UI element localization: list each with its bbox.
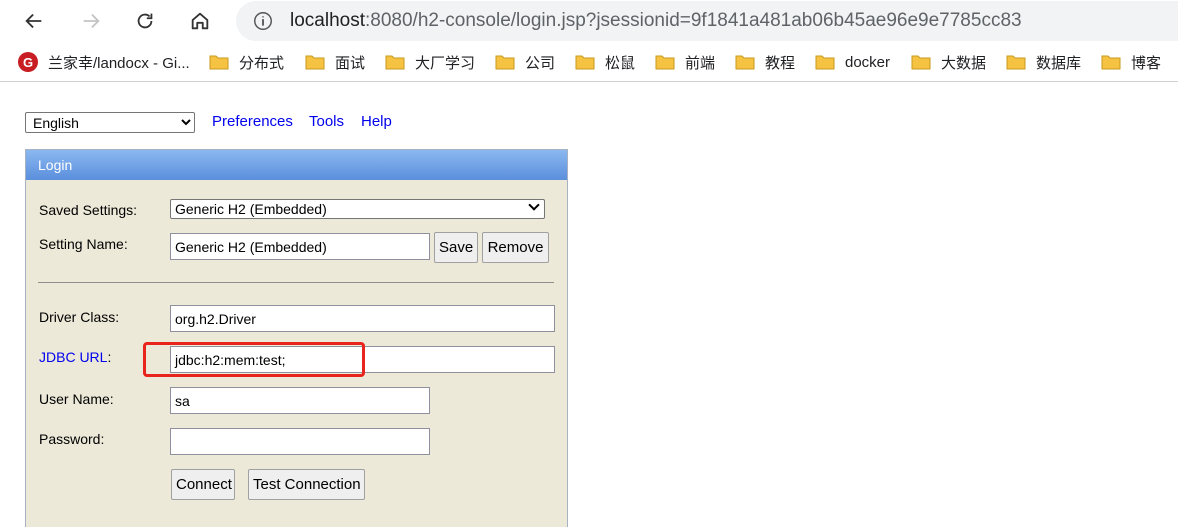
login-title: Login xyxy=(26,150,567,180)
bookmark-folder[interactable]: 大厂学习 xyxy=(385,50,475,74)
bookmark-folder[interactable]: 前端 xyxy=(655,50,715,74)
bookmark-label: 公司 xyxy=(525,54,556,72)
bookmark-label: 松鼠 xyxy=(605,54,636,72)
tools-link[interactable]: Tools xyxy=(309,113,344,130)
setting-name-label: Setting Name: xyxy=(39,236,128,252)
bookmark-folder[interactable]: docker xyxy=(815,50,890,74)
saved-settings-select[interactable]: Generic H2 (Embedded) xyxy=(170,199,545,219)
bookmark-label: 数据库 xyxy=(1036,54,1082,72)
bookmark-folder[interactable]: 公司 xyxy=(495,50,555,74)
driver-class-input[interactable]: org.h2.Driver xyxy=(170,305,555,332)
bookmark-gitee[interactable]: G 兰家幸/landocx - Gi... xyxy=(18,50,190,74)
folder-icon xyxy=(209,55,229,70)
folder-icon xyxy=(815,55,835,70)
folder-icon xyxy=(575,55,595,70)
bookmark-label: 前端 xyxy=(685,54,716,72)
saved-settings-label: Saved Settings: xyxy=(39,202,138,218)
user-name-input[interactable]: sa xyxy=(170,387,430,414)
home-button[interactable] xyxy=(185,6,215,36)
bookmark-folder[interactable]: 教程 xyxy=(735,50,795,74)
bookmark-folder[interactable]: 大数据 xyxy=(911,50,986,74)
url-text[interactable]: localhost:8080/h2-console/login.jsp?jses… xyxy=(290,10,1022,32)
home-icon xyxy=(191,12,209,30)
bookmark-label: docker xyxy=(845,53,891,71)
folder-icon xyxy=(305,55,325,70)
folder-icon xyxy=(911,55,931,70)
user-name-label: User Name: xyxy=(39,391,114,407)
saved-settings-value: Generic H2 (Embedded) xyxy=(175,201,327,217)
reload-button[interactable] xyxy=(130,6,160,36)
browser-navbar: localhost:8080/h2-console/login.jsp?jses… xyxy=(0,0,1178,42)
forward-button[interactable] xyxy=(76,6,106,36)
bookmark-folder[interactable]: 博客 xyxy=(1101,50,1161,74)
password-label: Password: xyxy=(39,431,105,447)
jdbc-url-link[interactable]: JDBC URL xyxy=(39,349,107,365)
preferences-link[interactable]: Preferences xyxy=(212,113,293,130)
help-link[interactable]: Help xyxy=(361,113,392,130)
setting-name-input[interactable]: Generic H2 (Embedded) xyxy=(170,233,430,260)
back-arrow-icon xyxy=(25,13,42,29)
folder-icon xyxy=(495,55,515,70)
back-button[interactable] xyxy=(19,6,49,36)
bookmark-label: 教程 xyxy=(765,54,796,72)
bookmark-label: 兰家幸/landocx - Gi... xyxy=(48,54,190,72)
language-select[interactable]: English xyxy=(25,112,195,133)
info-icon[interactable] xyxy=(252,10,274,32)
bookmark-label: 分布式 xyxy=(239,54,285,72)
url-path: :8080/h2-console/login.jsp?jsessionid=9f… xyxy=(365,10,1022,31)
password-input[interactable] xyxy=(170,428,430,455)
login-panel: Login Saved Settings: Generic H2 (Embedd… xyxy=(25,149,568,527)
test-connection-button[interactable]: Test Connection xyxy=(248,469,365,500)
bookmark-folder[interactable]: 分布式 xyxy=(209,50,284,74)
folder-icon xyxy=(385,55,405,70)
connect-button[interactable]: Connect xyxy=(171,469,235,500)
bookmark-folder[interactable]: 松鼠 xyxy=(575,50,635,74)
address-bar[interactable]: localhost:8080/h2-console/login.jsp?jses… xyxy=(236,1,1178,41)
forward-arrow-icon xyxy=(83,13,100,29)
url-host: localhost xyxy=(290,10,365,31)
driver-class-label: Driver Class: xyxy=(39,309,120,325)
folder-icon xyxy=(1006,55,1026,70)
remove-button[interactable]: Remove xyxy=(482,232,549,263)
bookmark-folder[interactable]: 面试 xyxy=(305,50,365,74)
bookmarks-bar: G 兰家幸/landocx - Gi... 分布式 面试 大厂学习 公司 松鼠 … xyxy=(0,42,1178,82)
save-button[interactable]: Save xyxy=(434,232,478,263)
highlight-annotation xyxy=(143,342,365,377)
chevron-down-icon xyxy=(528,199,540,211)
reload-icon xyxy=(137,13,153,29)
gitee-icon: G xyxy=(18,52,38,72)
bookmark-label: 大厂学习 xyxy=(415,54,476,72)
divider xyxy=(38,282,554,283)
jdbc-url-colon: : xyxy=(107,349,112,365)
folder-icon xyxy=(1101,55,1121,70)
jdbc-url-label: JDBC URL: xyxy=(39,349,111,365)
bookmark-label: 博客 xyxy=(1131,54,1162,72)
bookmark-label: 面试 xyxy=(335,54,366,72)
folder-icon xyxy=(655,55,675,70)
bookmark-folder[interactable]: 数据库 xyxy=(1006,50,1081,74)
bookmark-label: 大数据 xyxy=(941,54,987,72)
folder-icon xyxy=(735,55,755,70)
